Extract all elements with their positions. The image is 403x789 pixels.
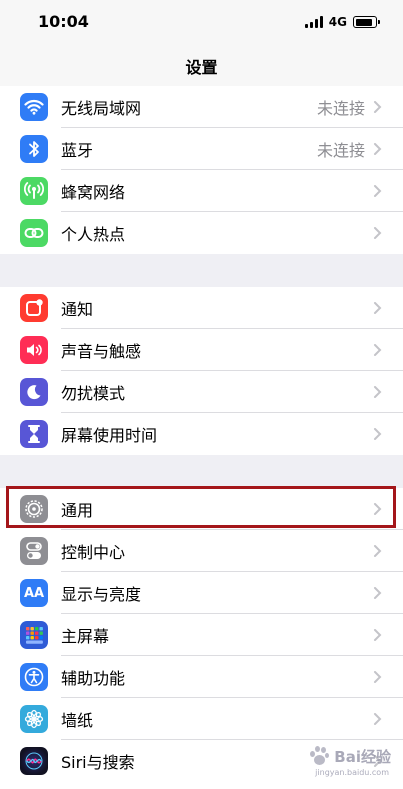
gear-icon: [20, 495, 48, 523]
bluetooth-icon: [20, 135, 48, 163]
settings-row-wallpaper[interactable]: 墙纸: [0, 698, 403, 740]
settings-row-label: 通用: [61, 501, 94, 520]
moon-icon: [20, 378, 48, 406]
wifi-status: 未连接: [316, 99, 365, 118]
settings-row-label: 屏幕使用时间: [61, 426, 158, 445]
battery-level: [355, 18, 372, 26]
settings-group-connectivity: 无线局域网 未连接 蓝牙 未连接 蜂窝网络 个人热点: [0, 86, 403, 254]
settings-row-label: 蓝牙: [61, 141, 94, 160]
watermark: Bai经验: [308, 745, 391, 767]
settings-row-label: 控制中心: [61, 543, 126, 562]
settings-row-sounds[interactable]: 声音与触感: [0, 329, 403, 371]
watermark-url: jingyan.baidu.com: [315, 768, 389, 777]
home-screen-icon: [20, 621, 48, 649]
settings-row-label: 墙纸: [61, 711, 94, 730]
siri-icon: [20, 747, 48, 775]
cellular-icon: [20, 177, 48, 205]
wifi-icon: [20, 93, 48, 121]
signal-icon: [304, 16, 323, 28]
settings-row-cellular[interactable]: 蜂窝网络: [0, 170, 403, 212]
watermark-text: Bai经验: [334, 747, 391, 766]
chevron-right-icon: [374, 143, 382, 155]
settings-row-notifications[interactable]: 通知: [0, 287, 403, 329]
control-center-icon: [20, 537, 48, 565]
settings-row-label: 个人热点: [61, 225, 126, 244]
hourglass-icon: [20, 420, 48, 448]
settings-row-do-not-disturb[interactable]: 勿扰模式: [0, 371, 403, 413]
chevron-right-icon: [374, 713, 382, 725]
chevron-right-icon: [374, 428, 382, 440]
settings-row-label: 无线局域网: [61, 99, 142, 118]
settings-row-screen-time[interactable]: 屏幕使用时间: [0, 413, 403, 455]
chevron-right-icon: [374, 227, 382, 239]
settings-row-label: 声音与触感: [61, 342, 142, 361]
settings-row-home-screen[interactable]: 主屏幕: [0, 614, 403, 656]
chevron-right-icon: [374, 101, 382, 113]
settings-row-accessibility[interactable]: 辅助功能: [0, 656, 403, 698]
bluetooth-status: 未连接: [316, 141, 365, 160]
notifications-icon: [20, 294, 48, 322]
sounds-icon: [20, 336, 48, 364]
chevron-right-icon: [374, 503, 382, 515]
settings-row-control-center[interactable]: 控制中心: [0, 530, 403, 572]
chevron-right-icon: [374, 185, 382, 197]
wallpaper-icon: [20, 705, 48, 733]
chevron-right-icon: [374, 344, 382, 356]
status-indicators: 4G: [304, 15, 380, 29]
chevron-right-icon: [374, 671, 382, 683]
status-bar: 10:04 4G: [0, 0, 403, 44]
navigation-bar: 设置: [0, 44, 403, 88]
settings-row-wifi[interactable]: 无线局域网 未连接: [0, 86, 403, 128]
network-type: 4G: [328, 15, 347, 29]
chevron-right-icon: [374, 302, 382, 314]
chevron-right-icon: [374, 386, 382, 398]
settings-row-general[interactable]: 通用: [0, 488, 403, 530]
display-icon: AA: [20, 579, 48, 607]
settings-row-label: 蜂窝网络: [61, 183, 126, 202]
settings-row-display[interactable]: AA 显示与亮度: [0, 572, 403, 614]
settings-row-label: 显示与亮度: [61, 585, 142, 604]
chevron-right-icon: [374, 545, 382, 557]
settings-screen: 10:04 4G 设置 无线局域网 未连接 蓝牙 未连接 蜂窝网络 个人热点 通…: [0, 0, 403, 789]
settings-row-label: 勿扰模式: [61, 384, 126, 403]
settings-row-label: Siri与搜索: [61, 753, 135, 772]
page-title: 设置: [185, 58, 218, 77]
chevron-right-icon: [374, 629, 382, 641]
display-icon-text: AA: [23, 585, 45, 601]
hotspot-icon: [20, 219, 48, 247]
settings-row-label: 辅助功能: [61, 669, 126, 688]
settings-row-bluetooth[interactable]: 蓝牙 未连接: [0, 128, 403, 170]
settings-row-hotspot[interactable]: 个人热点: [0, 212, 403, 254]
accessibility-icon: [20, 663, 48, 691]
chevron-right-icon: [374, 587, 382, 599]
settings-row-label: 主屏幕: [61, 627, 110, 646]
battery-icon: [353, 16, 380, 28]
status-time: 10:04: [38, 12, 89, 31]
settings-row-label: 通知: [61, 300, 94, 319]
paw-logo-icon: [308, 745, 330, 767]
settings-group-notifications: 通知 声音与触感 勿扰模式 屏幕使用时间: [0, 287, 403, 455]
settings-group-general: 通用 控制中心 AA 显示与亮度 主屏幕 辅助功能 墙纸 Siri与搜索: [0, 488, 403, 789]
